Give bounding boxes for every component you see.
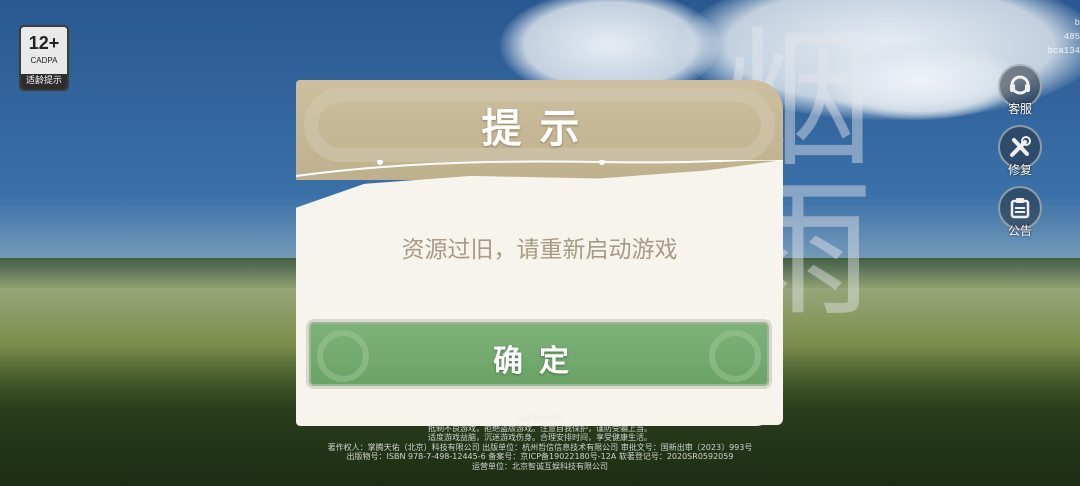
header-divider	[296, 160, 783, 177]
repair-button[interactable]: 修复	[996, 125, 1044, 178]
customer-service-button[interactable]: 客服	[996, 64, 1044, 117]
footer-line: 出版物号：ISBN 978-7-498-12445-6 备案号：京ICP备190…	[346, 452, 734, 461]
uid-line: 485	[1063, 32, 1080, 42]
rating-org: CADPA	[30, 56, 58, 65]
age-hint-label: 适龄提示	[21, 74, 67, 89]
footer-line: 抵制不良游戏，拒绝盗版游戏。注意自我保护，谨防受骗上当。	[428, 423, 652, 433]
health-advisory-footer: 健康游戏忠告 抵制不良游戏，拒绝盗版游戏。注意自我保护，谨防受骗上当。 适度游戏…	[0, 414, 1080, 471]
announcement-button[interactable]: 公告	[996, 186, 1044, 239]
dialog-message: 资源过旧，请重新启动游戏	[401, 237, 678, 263]
side-button-label: 公告	[1007, 224, 1032, 238]
uid-line: bca134	[1047, 46, 1080, 56]
uid-line: b	[1074, 18, 1080, 28]
dialog-title: 提示	[481, 106, 598, 152]
footer-heading: 健康游戏忠告	[516, 414, 564, 423]
side-button-label: 客服	[1007, 102, 1032, 116]
side-button-label: 修复	[1007, 163, 1032, 177]
uid-text: b 485 bca134	[1048, 16, 1080, 58]
footer-line: 运营单位：北京智诚互娱科技有限公司	[472, 461, 608, 471]
age-rating: 12+	[28, 33, 60, 53]
notice-dialog: 提示 资源过旧，请重新启动游戏 确定	[296, 80, 783, 426]
age-rating-badge[interactable]: 12+ CADPA 适龄提示	[19, 25, 69, 91]
confirm-button[interactable]: 确定	[306, 319, 772, 389]
footer-line: 著作权人：掌腾天佑（北京）科技有限公司 出版单位：杭州哲信信息技术有限公司 审批…	[327, 442, 753, 452]
footer-line: 适度游戏益脑，沉迷游戏伤身。合理安排时间，享受健康生活。	[428, 433, 652, 442]
confirm-button-label: 确定	[493, 344, 585, 379]
